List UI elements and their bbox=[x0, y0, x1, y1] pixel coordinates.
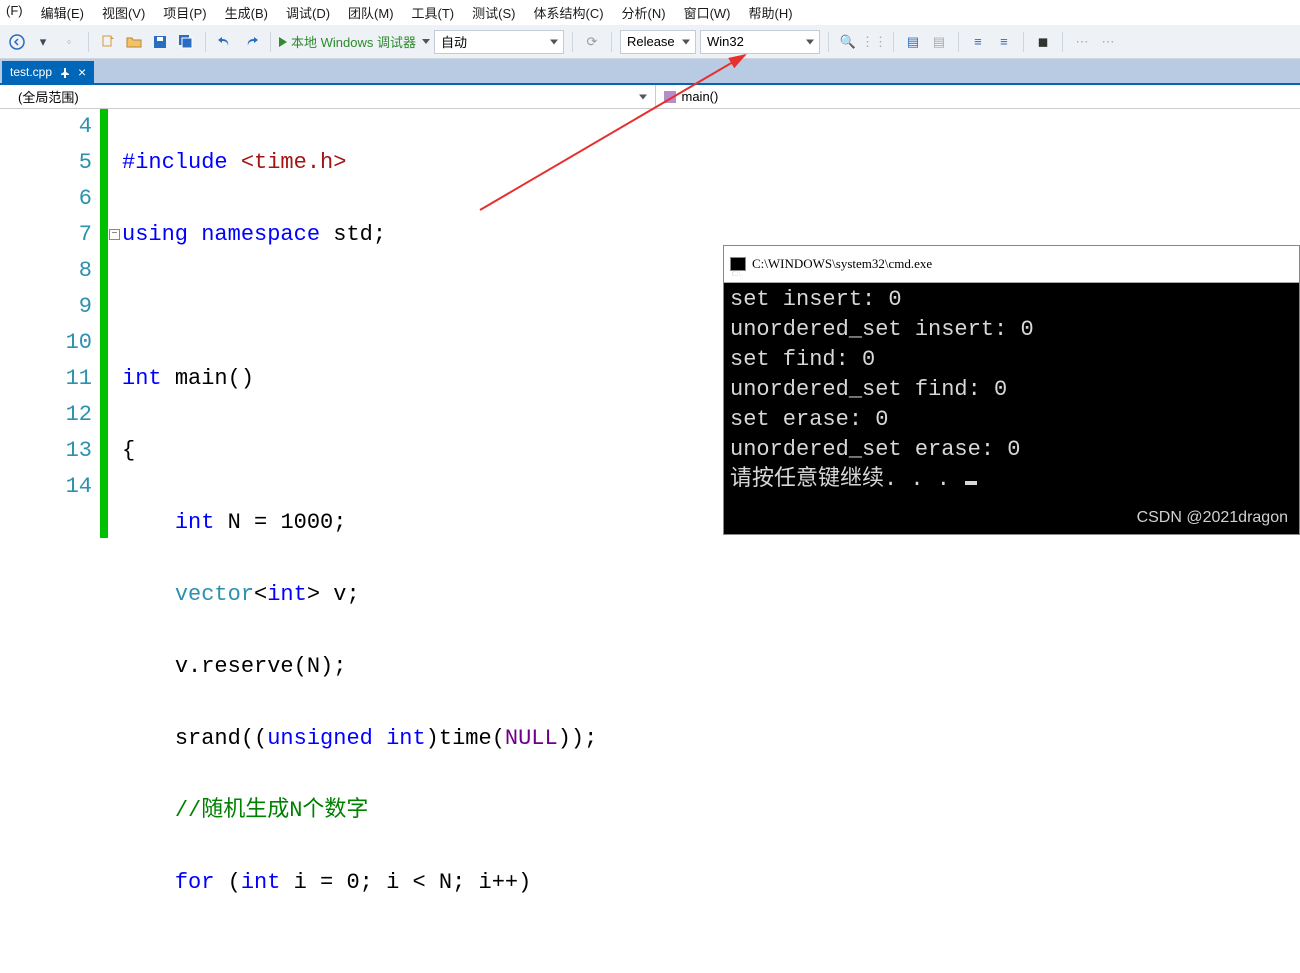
line-numbers: 4 5 6 7 8 9 10 11 12 13 14 bbox=[0, 109, 100, 538]
save-icon[interactable] bbox=[149, 31, 171, 53]
indent-icon[interactable]: ≡ bbox=[967, 31, 989, 53]
menu-project[interactable]: 项目(P) bbox=[163, 3, 206, 22]
misc-icon[interactable]: ⋯ bbox=[1071, 31, 1093, 53]
toolbar-separator bbox=[893, 32, 894, 52]
console-window: C:\WINDOWS\system32\cmd.exe set insert: … bbox=[723, 245, 1300, 535]
auto-dropdown[interactable]: 自动 bbox=[434, 30, 564, 54]
console-titlebar[interactable]: C:\WINDOWS\system32\cmd.exe bbox=[724, 246, 1299, 283]
platform-dropdown[interactable]: Win32 bbox=[700, 30, 820, 54]
play-icon bbox=[279, 37, 287, 47]
method-icon bbox=[664, 91, 676, 103]
cmd-icon bbox=[730, 257, 746, 271]
toolbar-separator bbox=[1023, 32, 1024, 52]
save-all-icon[interactable] bbox=[175, 31, 197, 53]
redo-icon[interactable] bbox=[240, 31, 262, 53]
scope-right-label: main() bbox=[682, 89, 719, 104]
menu-window[interactable]: 窗口(W) bbox=[684, 3, 731, 22]
tab-strip: test.cpp × bbox=[0, 59, 1300, 85]
toolbar-separator bbox=[88, 32, 89, 52]
toolbar-separator bbox=[572, 32, 573, 52]
scope-left-label: (全局范围) bbox=[18, 87, 79, 106]
menu-file[interactable]: (F) bbox=[6, 3, 23, 22]
menu-team[interactable]: 团队(M) bbox=[348, 3, 394, 22]
config-dropdown[interactable]: Release bbox=[620, 30, 696, 54]
change-indicator bbox=[100, 109, 108, 538]
menu-analyze[interactable]: 分析(N) bbox=[622, 3, 666, 22]
menu-view[interactable]: 视图(V) bbox=[102, 3, 145, 22]
start-debug-button[interactable]: 本地 Windows 调试器 bbox=[279, 32, 430, 51]
nav-back-icon[interactable] bbox=[6, 31, 28, 53]
nav-fwd2-icon[interactable]: ◦ bbox=[58, 31, 80, 53]
undo-icon[interactable] bbox=[214, 31, 236, 53]
cursor bbox=[965, 481, 977, 485]
menu-help[interactable]: 帮助(H) bbox=[749, 3, 793, 22]
tab-filename: test.cpp bbox=[10, 65, 52, 79]
toolbar-separator bbox=[270, 32, 271, 52]
toolbar-separator bbox=[205, 32, 206, 52]
toolbar-separator bbox=[611, 32, 612, 52]
find-icon[interactable]: 🔍 bbox=[837, 31, 859, 53]
scope-left-dropdown[interactable]: (全局范围) bbox=[0, 85, 656, 108]
menu-bar: (F) 编辑(E) 视图(V) 项目(P) 生成(B) 调试(D) 团队(M) … bbox=[0, 0, 1300, 25]
console-title-text: C:\WINDOWS\system32\cmd.exe bbox=[752, 249, 932, 279]
misc2-icon[interactable]: ⋯ bbox=[1097, 31, 1119, 53]
refresh-icon[interactable]: ⟳ bbox=[581, 31, 603, 53]
scope-bar: (全局范围) main() bbox=[0, 85, 1300, 109]
pin-icon[interactable] bbox=[60, 67, 70, 77]
outline-column: − bbox=[108, 109, 122, 538]
uncomment-icon[interactable]: ▤ bbox=[928, 31, 950, 53]
console-output: set insert: 0 unordered_set insert: 0 se… bbox=[724, 283, 1299, 497]
outdent-icon[interactable]: ≡ bbox=[993, 31, 1015, 53]
menu-debug[interactable]: 调试(D) bbox=[286, 3, 330, 22]
toolbar-separator bbox=[828, 32, 829, 52]
nav-fwd-icon[interactable]: ▾ bbox=[32, 31, 54, 53]
menu-test[interactable]: 测试(S) bbox=[472, 3, 515, 22]
bookmark-icon[interactable]: ◼ bbox=[1032, 31, 1054, 53]
watermark: CSDN @2021dragon bbox=[1137, 509, 1288, 527]
menu-edit[interactable]: 编辑(E) bbox=[41, 3, 84, 22]
collapse-toggle[interactable]: − bbox=[109, 229, 120, 240]
menu-arch[interactable]: 体系结构(C) bbox=[533, 3, 603, 22]
close-icon[interactable]: × bbox=[78, 67, 86, 77]
debug-target-label: 本地 Windows 调试器 bbox=[291, 32, 416, 51]
menu-tools[interactable]: 工具(T) bbox=[412, 3, 455, 22]
tab-testcpp[interactable]: test.cpp × bbox=[2, 61, 94, 83]
toolbar: ▾ ◦ 本地 Windows 调试器 自动 ⟳ Release Win32 🔍 … bbox=[0, 25, 1300, 59]
toolbar-separator bbox=[1062, 32, 1063, 52]
scope-right-dropdown[interactable]: main() bbox=[656, 89, 1300, 104]
chevron-down-icon bbox=[422, 39, 430, 44]
new-item-icon[interactable] bbox=[97, 31, 119, 53]
list-icon[interactable]: ⋮⋮ bbox=[863, 31, 885, 53]
toolbar-separator bbox=[958, 32, 959, 52]
open-icon[interactable] bbox=[123, 31, 145, 53]
comment-icon[interactable]: ▤ bbox=[902, 31, 924, 53]
menu-build[interactable]: 生成(B) bbox=[225, 3, 268, 22]
